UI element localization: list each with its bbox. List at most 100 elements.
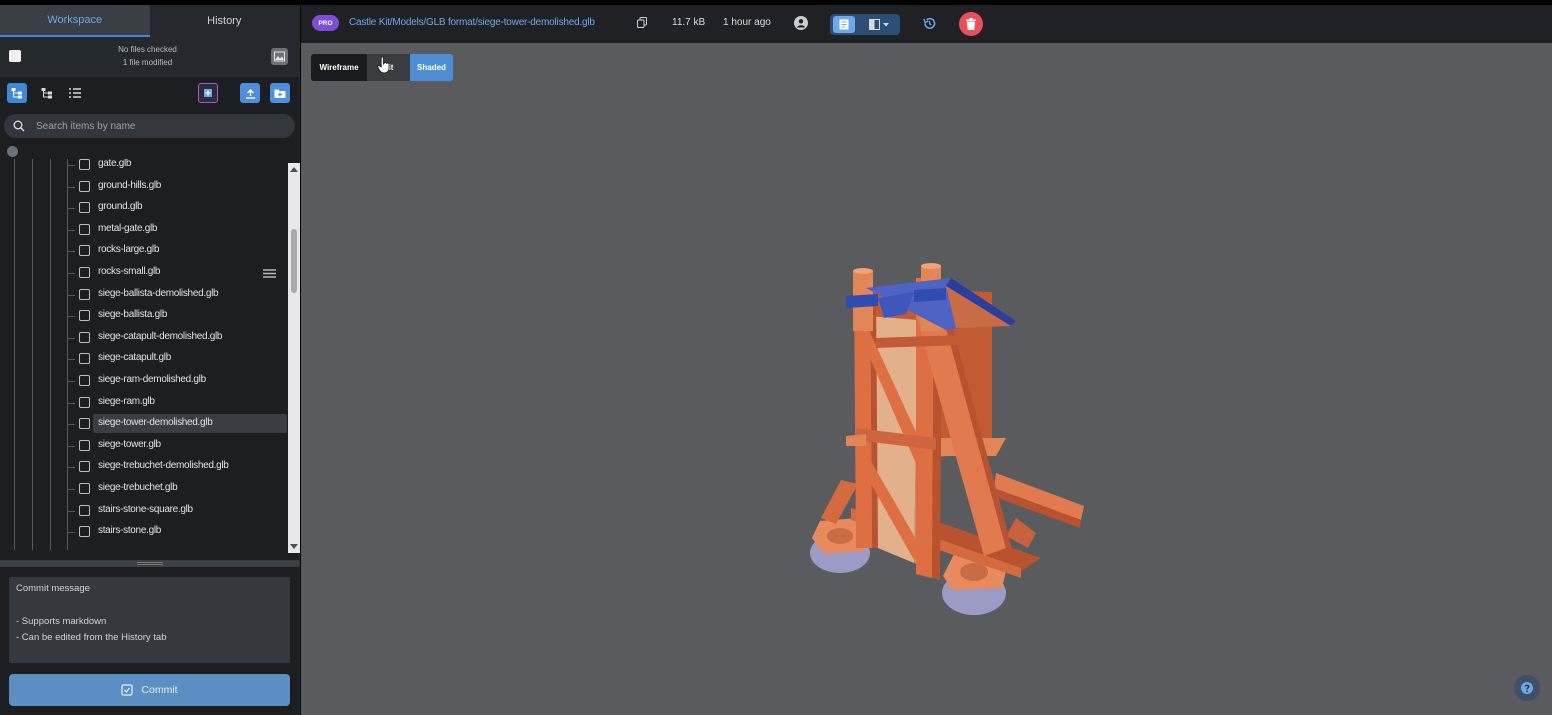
tree-item[interactable]: ground-hills.glb: [0, 177, 288, 199]
tree-item-checkbox[interactable]: [79, 180, 90, 192]
tree-item-checkbox[interactable]: [79, 288, 90, 300]
tree-branch-line: [67, 489, 75, 490]
tree-scrollbar[interactable]: [288, 163, 300, 553]
tree-branch-line: [67, 273, 75, 274]
tree-item[interactable]: rocks-small.glb: [0, 263, 288, 285]
file-status-row: No files checked 1 file modified: [0, 37, 299, 77]
tree-item[interactable]: rocks-large.glb: [0, 241, 288, 263]
tree-item-checkbox[interactable]: [79, 439, 90, 451]
tree-item-checkbox[interactable]: [79, 245, 90, 257]
tree-item-label: siege-ram-demolished.glb: [98, 374, 206, 385]
shaded-mode-button[interactable]: Shaded: [410, 54, 453, 81]
hierarchy-icon: [41, 88, 52, 99]
search-input[interactable]: [36, 120, 276, 132]
tree-item-checkbox[interactable]: [79, 202, 90, 214]
tree-branch-line: [67, 467, 75, 469]
help-icon: [1521, 682, 1533, 694]
help-button[interactable]: [1514, 675, 1540, 701]
commit-check-icon: [121, 684, 134, 696]
commit-placeholder-hint2: - Can be edited from the History tab: [16, 632, 167, 643]
tree-item[interactable]: siege-trebuchet.glb: [0, 479, 288, 501]
scroll-down-icon[interactable]: [290, 544, 298, 549]
scroll-up-icon[interactable]: [290, 167, 298, 172]
tree-item-checkbox[interactable]: [79, 375, 90, 386]
tree-item-checkbox[interactable]: [79, 526, 90, 538]
file-path-link[interactable]: Castle Kit/Models/GLB format/siege-tower…: [349, 17, 595, 28]
wireframe-mode-button[interactable]: Wireframe: [311, 54, 367, 81]
compare-view-dropdown[interactable]: [862, 16, 896, 33]
tree-item[interactable]: siege-catapult.glb: [0, 349, 288, 371]
history-icon[interactable]: [922, 16, 937, 31]
tree-item[interactable]: siege-ballista-demolished.glb: [0, 285, 288, 307]
trash-icon: [966, 18, 976, 30]
tree-toolbar: [0, 77, 299, 109]
tree-item-label: siege-ballista-demolished.glb: [98, 287, 219, 299]
tree-item[interactable]: stairs-stone-square.glb: [0, 501, 288, 523]
upload-button[interactable]: [240, 83, 260, 103]
3d-viewport[interactable]: Wireframe Lit Shaded: [301, 43, 1552, 715]
siege-tower-model[interactable]: [806, 218, 1096, 618]
tree-item-checkbox[interactable]: [79, 418, 90, 430]
tree-item-label: metal-gate.glb: [98, 222, 158, 234]
tree-item[interactable]: siege-ram-demolished.glb: [0, 371, 288, 393]
image-icon: [274, 51, 285, 62]
tree-branch-line: [67, 316, 75, 318]
tree-item-checkbox[interactable]: [79, 223, 90, 235]
panel-splitter[interactable]: [0, 560, 300, 567]
tree-item-checkbox[interactable]: [79, 353, 90, 365]
tree-item-checkbox[interactable]: [79, 461, 90, 473]
tree-item-checkbox[interactable]: [79, 396, 90, 408]
select-all-checkbox[interactable]: [9, 50, 21, 62]
tree-item[interactable]: siege-catapult-demolished.glb: [0, 328, 288, 350]
tree-item[interactable]: stairs-stone.glb: [0, 522, 288, 544]
tree-item[interactable]: siege-tower.glb: [0, 436, 288, 458]
tree-item-label: siege-ram.glb: [98, 395, 155, 407]
tab-workspace[interactable]: Workspace: [0, 5, 150, 37]
tree-item-label: siege-catapult-demolished.glb: [98, 330, 223, 342]
tree-item-checkbox[interactable]: [79, 267, 90, 278]
tree-item[interactable]: siege-ballista.glb: [0, 306, 288, 328]
tree-item-label: gate.glb: [98, 159, 132, 169]
delete-button[interactable]: [959, 12, 983, 36]
tree-view-button[interactable]: [7, 83, 27, 103]
scroll-thumb[interactable]: [291, 229, 297, 293]
copy-icon[interactable]: [637, 17, 647, 28]
collapse-all-button[interactable]: [7, 146, 18, 157]
details-view-button[interactable]: [833, 16, 855, 33]
commit-message-field[interactable]: Commit message - Supports markdown - Can…: [9, 577, 290, 663]
tree-branch-line: [67, 402, 75, 404]
tree-branch-line: [67, 381, 75, 382]
file-header: PRO Castle Kit/Models/GLB format/siege-t…: [301, 5, 1552, 43]
tree-item[interactable]: siege-ram.glb: [0, 393, 288, 415]
tab-history[interactable]: History: [150, 5, 300, 37]
tree-item[interactable]: ground.glb: [0, 198, 288, 220]
image-preview-button[interactable]: [271, 48, 288, 65]
file-tree: gate.glb ground-hills.glb ground.glb metal-…: [0, 159, 288, 550]
tree-item-label: rocks-small.glb: [98, 266, 161, 277]
tree-item-selected[interactable]: siege-tower-demolished.glb: [0, 414, 288, 436]
tree-item-checkbox[interactable]: [79, 159, 90, 170]
tree-item-checkbox[interactable]: [79, 331, 90, 343]
tree-item-label: ground-hills.glb: [98, 179, 162, 191]
tree-item-label: stairs-stone-square.glb: [98, 503, 193, 515]
tree-item[interactable]: gate.glb: [0, 159, 288, 177]
row-menu-icon[interactable]: [263, 269, 276, 278]
tree-item-label: siege-catapult.glb: [98, 352, 171, 364]
tree-item-checkbox[interactable]: [79, 504, 90, 516]
tree-item[interactable]: siege-trebuchet-demolished.glb: [0, 457, 288, 479]
new-folder-button[interactable]: [270, 83, 290, 103]
tree-item-label: siege-trebuchet-demolished.glb: [98, 460, 229, 472]
tree-item-label: siege-trebuchet.glb: [98, 482, 178, 493]
tree-item[interactable]: metal-gate.glb: [0, 220, 288, 242]
user-avatar-icon[interactable]: [794, 16, 808, 30]
new-item-button[interactable]: [198, 83, 218, 103]
commit-placeholder-title: Commit message: [16, 583, 90, 594]
panel-tabs: Workspace History: [0, 5, 299, 37]
list-view-button[interactable]: [65, 83, 85, 103]
tree-item-label: siege-ballista.glb: [98, 309, 168, 321]
tree-item-checkbox[interactable]: [79, 483, 90, 494]
commit-button[interactable]: Commit: [9, 674, 290, 706]
flat-tree-button[interactable]: [37, 83, 57, 103]
tree-item-checkbox[interactable]: [79, 310, 90, 322]
commit-button-label: Commit: [141, 684, 178, 696]
